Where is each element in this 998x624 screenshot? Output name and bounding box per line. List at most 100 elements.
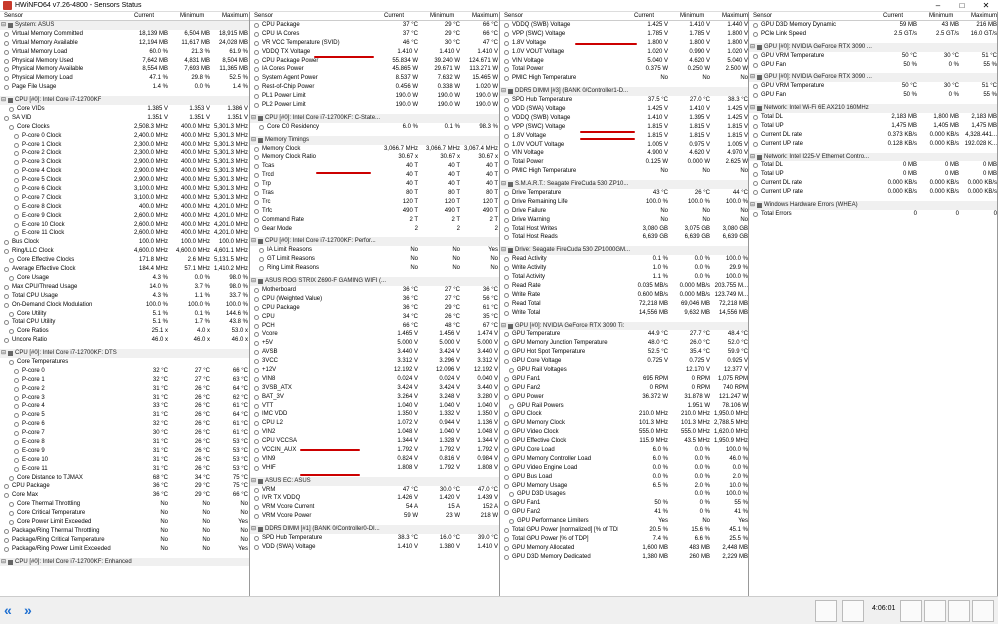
sensor-row[interactable]: E-core 10 Clock 2,600.0 MHz 400.0 MHz 4,201… [0, 221, 249, 230]
sensor-row[interactable]: VCCIN_AUX 1.792 V 1.792 V 1.792 V [250, 446, 499, 455]
sensor-row[interactable]: Trp 40 T 40 T 40 T [250, 180, 499, 189]
sensor-group-header[interactable]: ⊟ Drive: Seagate FireCuda 530 ZP1000GM... [500, 246, 748, 256]
sensor-row[interactable]: PCH 66 °C 48 °C 67 °C [250, 322, 499, 331]
sensor-row[interactable]: Write Activity 1.0 % 0.0 % 29.9 % [500, 264, 748, 273]
sensor-row[interactable]: IMC VDD 1.350 V 1.332 V 1.350 V [250, 410, 499, 419]
sensor-row[interactable]: VIN Voltage 4.900 V 4.620 V 4.970 V [500, 149, 748, 158]
sensor-row[interactable]: VTT 1.040 V 1.040 V 1.040 V [250, 402, 499, 411]
sensor-row[interactable]: P-core 7 Clock 3,100.0 MHz 400.0 MHz 5,301.… [0, 194, 249, 203]
sensor-row[interactable]: Total GPU Power [% of TDP] 7.4 % 6.6 % 25.5… [500, 535, 748, 544]
sensor-row[interactable]: Tcas 40 T 40 T 40 T [250, 162, 499, 171]
sensor-row[interactable]: Read Activity 0.1 % 0.0 % 100.0 % [500, 255, 748, 264]
sensor-row[interactable]: GPU Temperature 44.9 °C 27.7 °C 48.4 °C [500, 330, 748, 339]
sensor-row[interactable]: GPU VRM Temperature 50 °C 30 °C 51 °C [749, 52, 997, 61]
sensor-row[interactable]: GPU D3D Memory Dedicated 1,380 MB 260 MB 2,… [500, 553, 748, 562]
sensor-row[interactable]: GPU Memory Controller Load 6.0 % 0.0 % 46.0… [500, 455, 748, 464]
header-minimum[interactable]: Minimum [680, 13, 704, 20]
reset-icon[interactable] [842, 600, 864, 622]
sensor-row[interactable]: CPU Package Power 55.834 W 39.240 W 124.671… [250, 57, 499, 66]
sensor-row[interactable]: VIN2 1.048 V 1.040 V 1.048 V [250, 428, 499, 437]
sensor-row[interactable]: P-core 1 32 °C 27 °C 63 °C [0, 376, 249, 385]
sensor-group-header[interactable]: ⊟ GPU [#0]: NVIDIA GeForce RTX 3090 ... [749, 42, 997, 52]
sensor-row[interactable]: GPU Core Load 6.0 % 0.0 % 100.0 % [500, 446, 748, 455]
header-minimum[interactable]: Minimum [430, 13, 454, 20]
sensor-row[interactable]: Core Utility 5.1 % 0.1 % 144.6 % [0, 310, 249, 319]
header-sensor[interactable]: Sensor [254, 13, 273, 20]
sensor-row[interactable]: Total Host Writes 3,080 GB 3,075 GB 3,080 G… [500, 225, 748, 234]
sensor-row[interactable]: GPU Bus Load 0.0 % 0.0 % 2.0 % [500, 473, 748, 482]
sensor-row[interactable]: CPU Package 36 °C 29 °C 61 °C [250, 304, 499, 313]
sensor-row[interactable]: IA Cores Power 45.865 W 29.671 W 113.271 W [250, 65, 499, 74]
sensor-row[interactable]: Read Total 72,218 MB 69,046 MB 72,218 MB [500, 300, 748, 309]
minimize-button[interactable]: – [926, 0, 950, 12]
sensor-row[interactable]: VHIF 1.808 V 1.792 V 1.808 V [250, 464, 499, 473]
sensor-row[interactable]: VRM 47 °C 30.0 °C 47.0 °C [250, 486, 499, 495]
sensor-group-header[interactable]: ⊟ GPU [#0]: NVIDIA GeForce RTX 3090 Ti: [500, 321, 748, 331]
sensor-row[interactable]: GPU Performance Limiters Yes No Yes [500, 517, 748, 526]
sensor-row[interactable]: Core Thermal Throttling No No No [0, 500, 249, 509]
sensor-row[interactable]: PL2 Power Limit 190.0 W 190.0 W 190.0 W [250, 101, 499, 110]
sensor-row[interactable]: VDD (SWA) Voltage 1.410 V 1.380 V 1.410 V [250, 543, 499, 552]
header-current[interactable]: Current [883, 13, 903, 20]
sensor-row[interactable]: Total DL 2,183 MB 1,800 MB 2,183 MB [749, 113, 997, 122]
sensor-row[interactable]: VDDQ TX Voltage 1.410 V 1.410 V 1.410 V [250, 48, 499, 57]
sensor-group-header[interactable]: ⊟ System: ASUS [0, 21, 249, 30]
sensor-row[interactable]: Gear Mode 2 2 2 [250, 225, 499, 234]
header-sensor[interactable]: Sensor [4, 13, 23, 20]
sensor-row[interactable]: Total CPU Usage 4.3 % 1.1 % 33.7 % [0, 292, 249, 301]
sensor-group-header[interactable]: ⊟ GPU [#0]: NVIDIA GeForce RTX 3090 ... [749, 73, 997, 83]
sensor-row[interactable]: Memory Clock Ratio 30.67 x 30.67 x 30.67 x [250, 153, 499, 162]
sensor-row[interactable]: Core VIDs 1.385 V 1.353 V 1.386 V [0, 105, 249, 114]
sensor-row[interactable]: SA VID 1.351 V 1.351 V 1.351 V [0, 114, 249, 123]
sensor-row[interactable]: Core Critical Temperature No No No [0, 509, 249, 518]
sensor-row[interactable]: P-core 5 31 °C 26 °C 64 °C [0, 411, 249, 420]
sensor-row[interactable]: BAT_3V 3.264 V 3.248 V 3.280 V [250, 393, 499, 402]
sensor-row[interactable]: VPP (SWC) Voltage 1.785 V 1.785 V 1.800 V [500, 30, 748, 39]
sensor-row[interactable]: CPU L2 1.072 V 0.944 V 1.136 V [250, 419, 499, 428]
close-icon[interactable] [972, 600, 994, 622]
sensor-row[interactable]: P-core 0 Clock 2,400.0 MHz 400.0 MHz 5,301.… [0, 132, 249, 141]
sensor-row[interactable]: P-core 6 32 °C 26 °C 61 °C [0, 420, 249, 429]
sensor-row[interactable]: Ring/LLC Clock 4,600.0 MHz 4,600.0 MHz 4,60… [0, 247, 249, 256]
header-sensor[interactable]: Sensor [504, 13, 523, 20]
sensor-row[interactable]: Uncore Ratio 46.0 x 46.0 x 46.0 x [0, 336, 249, 345]
sensor-group-header[interactable]: ⊟ Network: Intel I225-V Ethernet Contro..… [749, 152, 997, 162]
sensor-row[interactable]: VRM Vcore Current 54 A 15 A 152 A [250, 503, 499, 512]
sensor-group-header[interactable]: ⊟ ASUS ROG STRIX Z690-F GAMING WIFI (... [250, 277, 499, 286]
sensor-row[interactable]: Total Activity 1.1 % 0.0 % 100.0 % [500, 273, 748, 282]
sensor-row[interactable]: Total GPU Power [normalized] [% of TDP] 2… [500, 526, 748, 535]
sensor-row[interactable]: CPU VCCSA 1.344 V 1.328 V 1.344 V [250, 437, 499, 446]
sensor-row[interactable]: GPU Rail Powers 1.951 W 78.106 W [500, 402, 748, 411]
header-minimum[interactable]: Minimum [180, 13, 204, 20]
sensor-row[interactable]: Physical Memory Used 7,642 MB 4,831 MB 8,50… [0, 57, 249, 66]
sensor-row[interactable]: PMIC High Temperature No No No [500, 74, 748, 83]
sensor-row[interactable]: Total UP 1,475 MB 1,405 MB 1,475 MB [749, 122, 997, 131]
sensor-row[interactable]: Memory Clock 3,066.7 MHz 3,066.7 MHz 3,067.… [250, 145, 499, 154]
sensor-row[interactable]: Bus Clock 100.0 MHz 100.0 MHz 100.0 MHz [0, 238, 249, 247]
sensor-row[interactable]: GPU Video Engine Load 0.0 % 0.0 % 0.0 % [500, 464, 748, 473]
sensor-row[interactable]: P-core 2 Clock 2,300.0 MHz 400.0 MHz 5,301.… [0, 149, 249, 158]
sensor-row[interactable]: Total Power 0.125 W 0.000 W 2.625 W [500, 158, 748, 167]
sensor-row[interactable]: 1.0V VOUT Voltage 1.005 V 0.975 V 1.005 V [500, 141, 748, 150]
header-maximum[interactable]: Maximum [722, 13, 748, 20]
sensor-group-header[interactable]: ⊟ Windows Hardware Errors (WHEA) [749, 201, 997, 210]
sensor-row[interactable]: Trfc 490 T 490 T 490 T [250, 207, 499, 216]
sensor-row[interactable]: PL1 Power Limit 190.0 W 190.0 W 190.0 W [250, 92, 499, 101]
sensor-row[interactable]: Tras 80 T 80 T 80 T [250, 189, 499, 198]
sensor-group-header[interactable]: ⊟ CPU [#0]: Intel Core i7-12700KF: DTS [0, 349, 249, 358]
sensor-row[interactable]: SPD Hub Temperature 38.3 °C 16.0 °C 39.0 °C [250, 534, 499, 543]
sensor-row[interactable]: PMIC High Temperature No No No [500, 167, 748, 176]
sensor-row[interactable]: Command Rate 2 T 2 T 2 T [250, 216, 499, 225]
sensor-row[interactable]: Total Power 0.375 W 0.250 W 2.500 W [500, 65, 748, 74]
sensor-row[interactable]: GPU Fan2 41 % 0 % 41 % [500, 508, 748, 517]
header-current[interactable]: Current [634, 13, 654, 20]
save-icon[interactable] [924, 600, 946, 622]
sensor-row[interactable]: AVSB 3.440 V 3.424 V 3.440 V [250, 348, 499, 357]
header-current[interactable]: Current [384, 13, 404, 20]
sensor-row[interactable]: E-core 8 31 °C 26 °C 53 °C [0, 438, 249, 447]
sensor-row[interactable]: VDDQ (SWB) Voltage 1.425 V 1.410 V 1.440 V [500, 21, 748, 30]
sensor-row[interactable]: Core C0 Residency 6.0 % 0.1 % 98.3 % [250, 123, 499, 132]
sensor-row[interactable]: System Agent Power 8.537 W 7.632 W 15.465 W [250, 74, 499, 83]
sensor-row[interactable]: GPU Memory Allocated 1,600 MB 483 MB 2,448 … [500, 544, 748, 553]
sensor-row[interactable]: CPU Package 37 °C 29 °C 66 °C [250, 21, 499, 30]
